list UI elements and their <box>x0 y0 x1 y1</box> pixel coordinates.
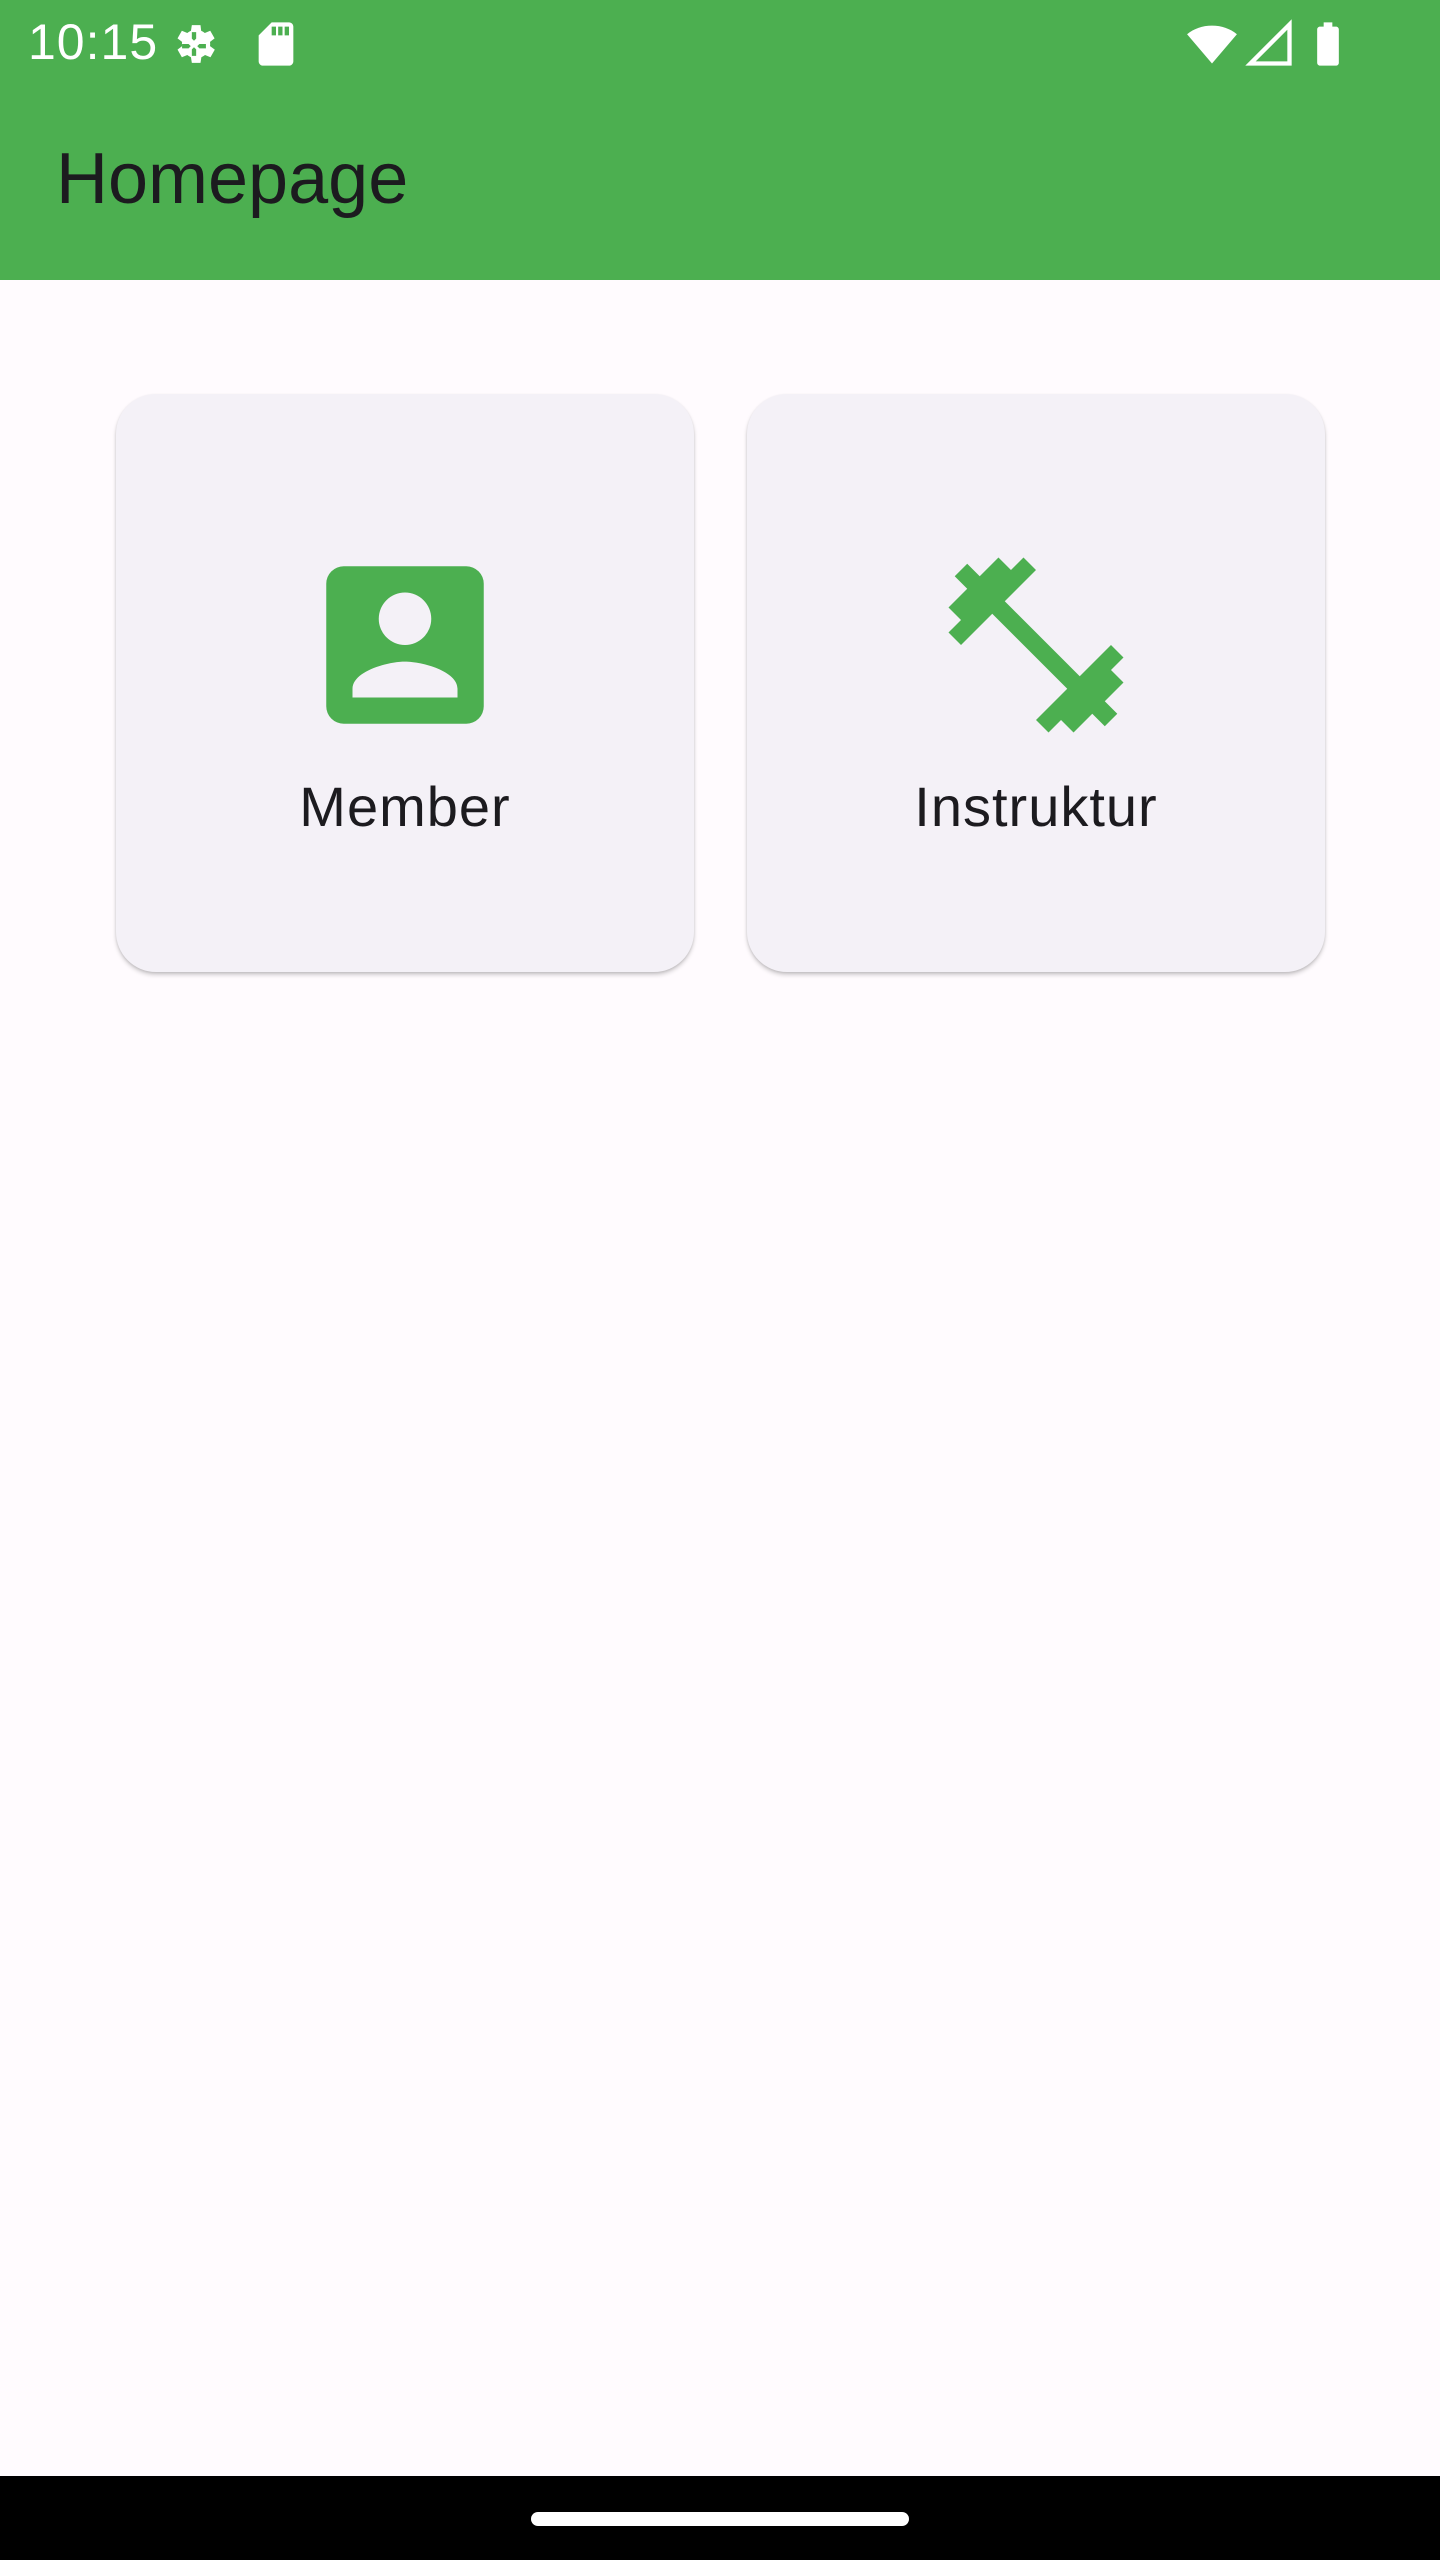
account-box-icon <box>300 540 510 750</box>
status-time: 10:15 <box>28 14 159 70</box>
instructor-label: Instruktur <box>914 775 1158 838</box>
member-card[interactable]: Member <box>116 394 694 972</box>
home-gesture-handle[interactable] <box>531 2512 909 2526</box>
member-label: Member <box>299 775 511 838</box>
battery-icon <box>1302 18 1354 70</box>
page-title: Homepage <box>56 139 409 219</box>
fitness-dumbbell-icon <box>931 540 1141 750</box>
wifi-icon <box>1186 18 1238 70</box>
navigation-bar <box>0 2476 1440 2560</box>
settings-gear-icon <box>168 18 220 70</box>
sd-card-icon <box>250 18 302 70</box>
status-bar: 10:15 <box>0 0 1440 84</box>
instructor-card[interactable]: Instruktur <box>747 394 1325 972</box>
cell-signal-icon <box>1244 18 1296 70</box>
app-bar: Homepage <box>0 84 1440 280</box>
